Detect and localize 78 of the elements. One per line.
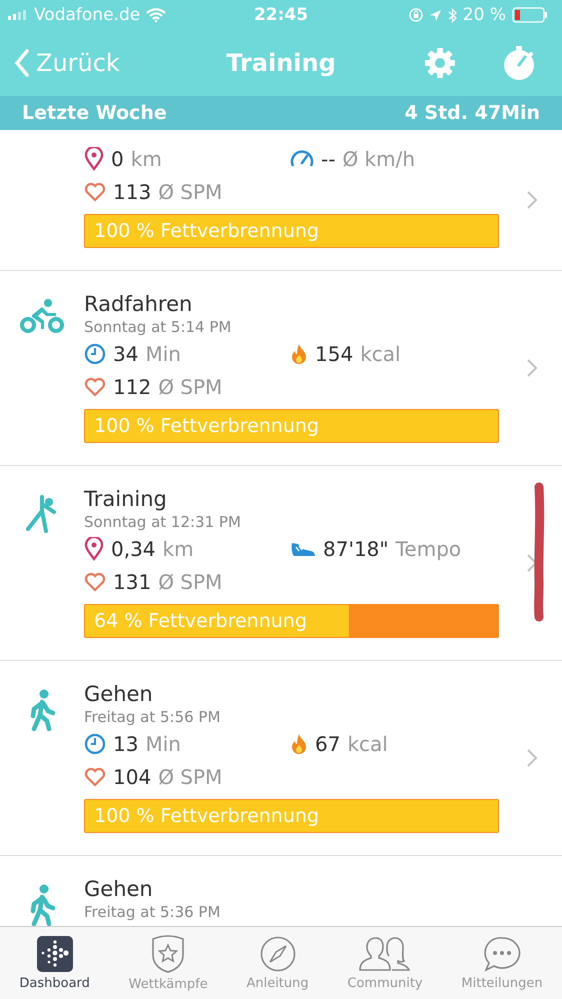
heart-rate-unit: Ø SPM: [158, 180, 222, 204]
activity-title: Gehen: [84, 876, 154, 902]
heart-icon: [84, 766, 106, 786]
fat-burn-label: 100 % Fettverbrennung: [94, 804, 319, 829]
heart-rate-unit: Ø SPM: [158, 374, 222, 398]
stat-unit: Min: [145, 342, 181, 366]
period-label: Letzte Woche: [22, 102, 167, 124]
fat-burn-label: 64 % Fettverbrennung: [94, 609, 307, 634]
location-icon: [428, 8, 442, 22]
chevron-right-icon: [526, 190, 538, 210]
flame-icon: [290, 732, 308, 754]
heart-rate-value: 131: [113, 570, 152, 594]
dots-logo-icon: [36, 936, 73, 972]
chat-bubble-icon: [483, 936, 521, 972]
wifi-icon: [146, 8, 166, 22]
location-pin-icon: [84, 536, 104, 560]
heart-icon: [84, 376, 106, 396]
stat-unit: Ø km/h: [342, 146, 416, 170]
activity-row[interactable]: 0 km -- Ø km/h 113 Ø SPM 100 % Fettverbrennung: [0, 130, 562, 271]
activity-date: Freitag at 5:36 PM: [84, 902, 222, 922]
location-pin-icon: [84, 146, 104, 170]
cyclist-icon: [18, 299, 66, 335]
stopwatch-icon[interactable]: [502, 45, 536, 81]
activity-date: Freitag at 5:56 PM: [84, 707, 222, 727]
bluetooth-icon: [448, 8, 457, 22]
compass-icon: [260, 936, 296, 972]
battery-percent: 20 %: [462, 5, 506, 25]
heart-icon: [84, 182, 106, 202]
heart-rate-value: 112: [113, 374, 152, 398]
stat-unit: km: [162, 536, 194, 560]
stat-value: 34: [113, 342, 138, 366]
flame-icon: [290, 342, 308, 364]
rotation-lock-icon: [408, 8, 423, 22]
stat-unit: km: [130, 146, 162, 170]
walking-figure-icon: [28, 884, 56, 926]
stat-unit: kcal: [347, 732, 388, 756]
total-duration: 4 Std. 47Min: [404, 102, 540, 124]
stat-value: 87'18": [323, 536, 389, 560]
speedometer-icon: [290, 148, 314, 168]
activity-row[interactable]: Training Sonntag at 12:31 PM 0,34 km 87'18" Tempo 131 Ø SPM 64 % Fettverbrennung: [0, 466, 562, 661]
screen-title: Training: [226, 49, 336, 77]
battery-icon: [512, 7, 548, 23]
fat-burn-label: 100 % Fettverbrennung: [94, 414, 319, 439]
clock-time: 22:45: [254, 5, 308, 25]
heart-icon: [84, 572, 106, 592]
activity-title: Radfahren: [84, 291, 194, 317]
signal-icon: [8, 10, 28, 20]
heart-rate-unit: Ø SPM: [158, 570, 222, 594]
activity-row[interactable]: Radfahren Sonntag at 5:14 PM 34 Min 154 kcal 112 Ø SPM 100 % Fettverbrennung: [0, 271, 562, 466]
stat-value: 67: [315, 732, 340, 756]
walking-figure-icon: [28, 689, 56, 731]
heart-rate-value: 113: [113, 180, 152, 204]
tab-item[interactable]: Dashboard: [19, 936, 90, 990]
people-icon: [358, 936, 412, 972]
clock-icon: [84, 732, 106, 754]
star-shield-icon: [150, 934, 186, 972]
stat-unit: Min: [145, 732, 181, 756]
activity-date: Sonntag at 12:31 PM: [84, 512, 242, 532]
stat-value: --: [321, 146, 336, 170]
activity-title: Gehen: [84, 681, 154, 707]
stat-value: 0: [111, 146, 124, 170]
heart-rate-value: 104: [113, 764, 152, 788]
clock-icon: [84, 342, 106, 364]
stat-value: 0,34: [111, 536, 156, 560]
chevron-right-icon: [526, 748, 538, 768]
activity-date: Sonntag at 5:14 PM: [84, 317, 232, 337]
stat-unit: Tempo: [396, 536, 462, 560]
chevron-left-icon: [14, 49, 30, 77]
carrier-name: Vodafone.de: [34, 5, 140, 25]
heart-rate-unit: Ø SPM: [158, 764, 222, 788]
settings-icon[interactable]: [424, 47, 456, 79]
activity-title: Training: [84, 486, 168, 512]
chevron-right-icon: [526, 358, 538, 378]
stat-value: 154: [315, 342, 354, 366]
stat-unit: kcal: [360, 342, 401, 366]
stat-value: 13: [113, 732, 138, 756]
activity-row[interactable]: Gehen Freitag at 5:56 PM 13 Min 67 kcal 104 Ø SPM 100 % Fettverbrennung: [0, 661, 562, 856]
fat-burn-label: 100 % Fettverbrennung: [94, 219, 319, 244]
